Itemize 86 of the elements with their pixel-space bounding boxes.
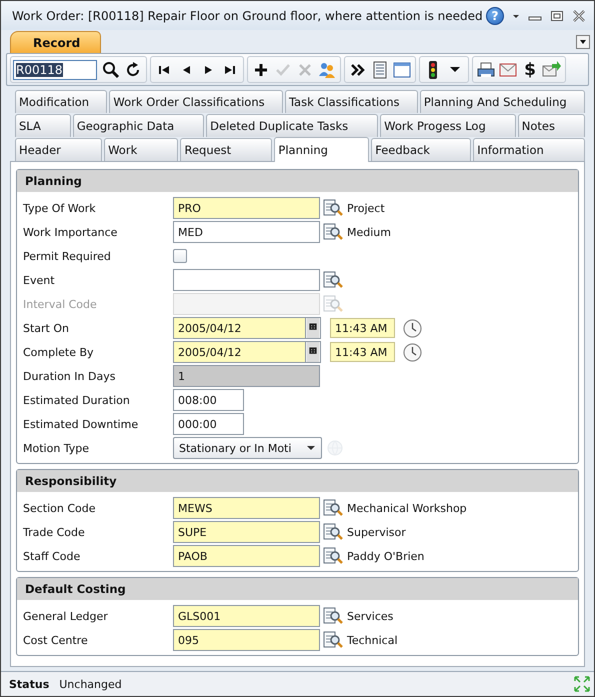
field-label: General Ledger (23, 610, 109, 622)
lookup-description: Technical (347, 634, 398, 646)
caret-icon (307, 445, 315, 451)
lookup-description: Paddy O'Brien (347, 550, 424, 562)
field-label: Estimated Duration (23, 394, 131, 406)
input-field[interactable]: 000:00 (173, 413, 244, 435)
printer-icon (476, 60, 496, 80)
tab[interactable]: Planning (274, 137, 370, 162)
tab[interactable]: Work Order Classifications (109, 90, 283, 113)
tab[interactable]: Header (15, 138, 102, 161)
search-icon (101, 60, 121, 80)
lookup-description: Services (347, 610, 394, 622)
tab[interactable]: Planning And Scheduling (420, 90, 585, 113)
input-field[interactable]: 095 (173, 629, 320, 651)
lookup-description: Medium (347, 226, 391, 238)
tab[interactable]: Modification (15, 90, 108, 113)
field-label: Staff Code (23, 550, 82, 562)
field-label: Estimated Downtime (23, 418, 140, 430)
tab[interactable]: Deleted Duplicate Tasks (206, 114, 378, 137)
field-label: Section Code (23, 502, 97, 514)
field-label: Work Importance (23, 226, 118, 238)
input-field[interactable] (173, 269, 320, 291)
field-label: Cost Centre (23, 634, 89, 646)
status-label: Status (9, 678, 50, 690)
calendar-icon[interactable] (306, 317, 321, 339)
lookup-icon[interactable] (323, 271, 343, 289)
close-icon[interactable] (572, 10, 586, 22)
lookup-icon[interactable] (323, 523, 343, 541)
ribbon-tab[interactable]: Record (10, 31, 102, 53)
collapse-ribbon-icon[interactable] (576, 35, 590, 49)
input-field[interactable]: MED (173, 221, 320, 243)
dropdown[interactable]: Stationary or In Moti (173, 437, 322, 459)
section-header: Responsibility (17, 470, 578, 492)
envelope-arrow-icon (542, 60, 562, 80)
status-value: Unchanged (59, 678, 122, 690)
lookup-icon[interactable] (323, 607, 343, 625)
expand-icon[interactable] (574, 676, 590, 692)
tab[interactable]: Feedback (371, 138, 472, 161)
calendar-icon[interactable] (306, 341, 321, 363)
tab[interactable]: Work (104, 138, 178, 161)
tab[interactable]: Information (473, 138, 586, 161)
lookup-description: Mechanical Workshop (347, 502, 467, 514)
readonly-field: 1 (173, 365, 320, 387)
lookup-icon[interactable] (323, 223, 343, 241)
input-field[interactable]: SUPE (173, 521, 320, 543)
tab[interactable]: Geographic Data (72, 114, 204, 137)
input-field[interactable]: PRO (173, 197, 320, 219)
checkbox[interactable] (173, 249, 187, 263)
lookup-icon[interactable] (323, 199, 343, 217)
field-label: Trade Code (23, 526, 86, 538)
date-field[interactable]: 2005/04/12 (173, 341, 306, 363)
input-field[interactable]: 008:00 (173, 389, 244, 411)
tab[interactable]: SLA (15, 114, 71, 137)
field-label: Event (23, 274, 56, 286)
maximize-icon[interactable] (550, 10, 564, 22)
input-field[interactable]: GLS001 (173, 605, 320, 627)
currency-button[interactable]: $ (519, 58, 541, 81)
tab[interactable]: Work Progess Log (380, 114, 516, 137)
window-title: Work Order: [R00118] Repair Floor on Ground floor, where attention is needed (12, 8, 483, 22)
field-label: Start On (23, 322, 70, 334)
date-field[interactable]: 2005/04/12 (173, 317, 306, 339)
lookup-description: Project (347, 202, 385, 214)
lookup-icon[interactable] (323, 547, 343, 565)
caret-icon (450, 67, 460, 72)
clock-icon[interactable] (403, 318, 422, 338)
field-label: Duration In Days (23, 370, 116, 382)
tab[interactable]: Request (180, 138, 272, 161)
field-label: Motion Type (23, 442, 90, 454)
time-field[interactable]: 11:43 AM (330, 342, 395, 362)
time-field[interactable]: 11:43 AM (330, 318, 395, 338)
lookup-icon[interactable] (323, 499, 343, 517)
field-label: Complete By (23, 346, 95, 358)
record-field[interactable]: R00118 (13, 60, 97, 80)
field-label: Type Of Work (23, 202, 97, 214)
input-field[interactable]: PAOB (173, 545, 320, 567)
lookup-icon[interactable] (323, 631, 343, 649)
lookup-description: Supervisor (347, 526, 406, 538)
clock-icon[interactable] (403, 342, 422, 362)
field-label: Permit Required (23, 250, 112, 262)
section-header: Default Costing (17, 578, 578, 600)
window-icon (392, 60, 412, 80)
field-label: Interval Code (23, 298, 98, 310)
section-header: Planning (17, 170, 578, 192)
tab[interactable]: Task Classifications (284, 90, 418, 113)
input-field[interactable]: MEWS (173, 497, 320, 519)
tab[interactable]: Notes (518, 114, 585, 137)
